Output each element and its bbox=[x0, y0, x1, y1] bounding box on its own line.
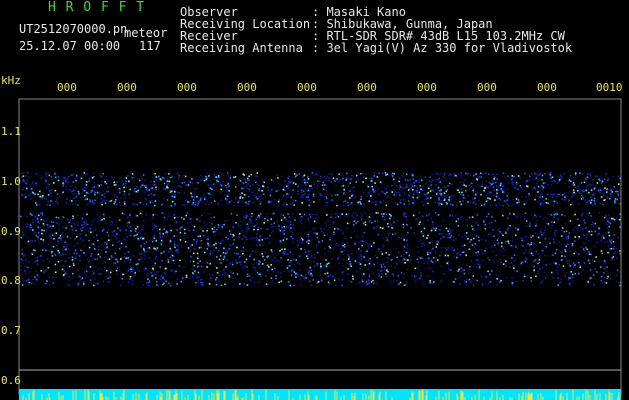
spectrogram-plot bbox=[18, 98, 622, 400]
filename-label: UT2512070000.pn bbox=[19, 22, 128, 36]
x-tick-10: 0010 bbox=[596, 81, 623, 94]
y-tick-1-0: 1.0 bbox=[1, 175, 21, 188]
y-axis-unit: kHz bbox=[1, 74, 21, 87]
x-tick-7: 000 bbox=[417, 81, 437, 94]
x-tick-3: 000 bbox=[177, 81, 197, 94]
hrofft-spectrogram-window: H R O F F T UT2512070000.pn meteor 25.12… bbox=[0, 0, 629, 400]
y-tick-0-6: 0.6 bbox=[1, 374, 21, 387]
x-tick-2: 000 bbox=[117, 81, 137, 94]
x-tick-1: 000 bbox=[57, 81, 77, 94]
antenna-label: Receiving Antenna bbox=[180, 41, 303, 55]
y-tick-1-1: 1.1 bbox=[1, 125, 21, 138]
x-tick-4: 000 bbox=[237, 81, 257, 94]
spectrogram-frame bbox=[18, 98, 622, 395]
x-tick-6: 000 bbox=[357, 81, 377, 94]
x-tick-5: 000 bbox=[297, 81, 317, 94]
x-tick-9: 000 bbox=[537, 81, 557, 94]
program-title: H R O F F T bbox=[48, 0, 146, 15]
datetime-label: 25.12.07 00:00 bbox=[19, 39, 121, 53]
antenna-value: : 3el Yagi(V) Az 330 for Vladivostok bbox=[312, 41, 573, 55]
y-tick-0-9: 0.9 bbox=[1, 225, 21, 238]
y-tick-0-7: 0.7 bbox=[1, 324, 21, 337]
meteor-count: 117 bbox=[139, 39, 161, 53]
x-tick-8: 000 bbox=[477, 81, 497, 94]
meteor-label: meteor bbox=[124, 26, 168, 40]
y-tick-0-8: 0.8 bbox=[1, 274, 21, 287]
